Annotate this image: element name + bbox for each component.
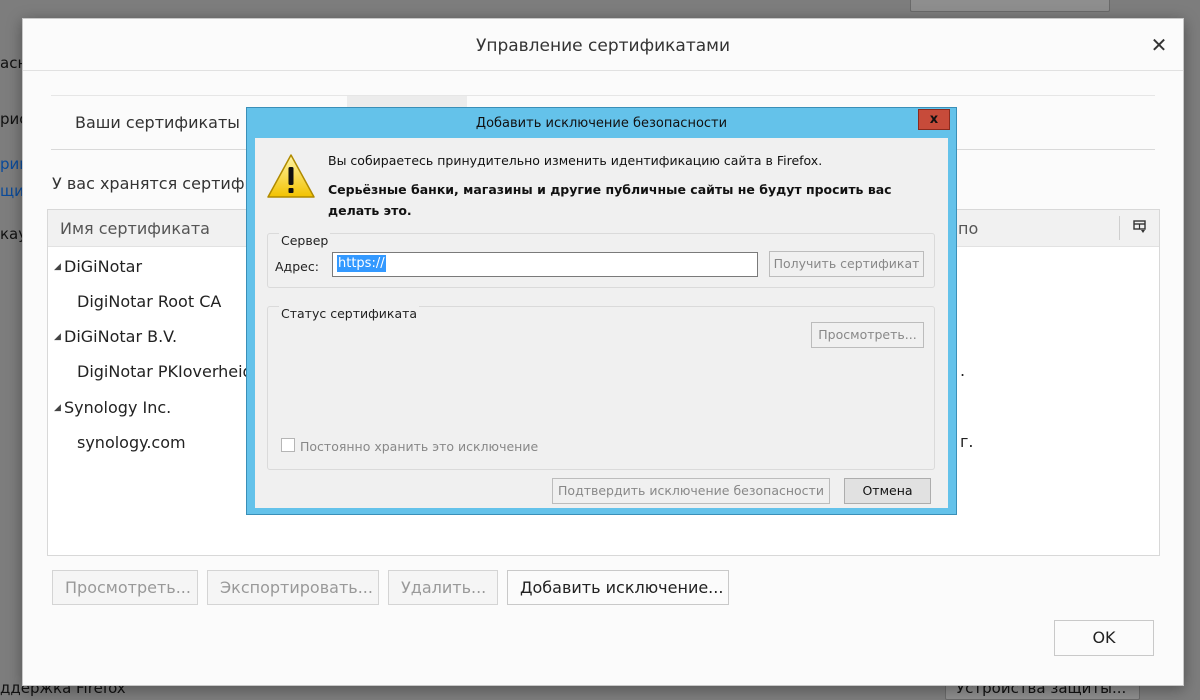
address-value: https:// — [337, 255, 386, 272]
warning-icon — [267, 154, 315, 198]
twisty-icon[interactable]: ◢ — [54, 250, 64, 285]
tab-description: У вас хранятся сертифик — [52, 174, 265, 193]
add-exception-button[interactable]: Добавить исключение... — [507, 570, 729, 605]
view-button[interactable]: Просмотреть... — [52, 570, 198, 605]
twisty-icon[interactable]: ◢ — [54, 391, 64, 426]
tab-your-certificates[interactable]: Ваши сертификаты — [51, 96, 264, 150]
address-label: Адрес: — [275, 259, 319, 274]
ok-button[interactable]: OK — [1054, 620, 1154, 656]
row-label: synology.com — [77, 433, 186, 452]
row-extra-value: . — [960, 361, 966, 380]
view-certificate-button[interactable]: Просмотреть... — [811, 322, 924, 348]
row-label: DiGiNotar B.V. — [64, 327, 178, 346]
twisty-icon[interactable]: ◢ — [54, 320, 64, 355]
row-label: Synology Inc. — [64, 398, 172, 417]
dialog-titlebar[interactable]: Добавить исключение безопасности — [247, 108, 956, 137]
warning-message: Вы собираетесь принудительно изменить ид… — [328, 153, 823, 168]
row-extra-value: г. — [960, 432, 974, 451]
close-icon[interactable]: ✕ — [1147, 33, 1171, 57]
confirm-exception-button[interactable]: Подтвердить исключение безопасности — [552, 478, 830, 504]
server-group-label: Сервер — [279, 233, 331, 248]
background-link: щи — [0, 182, 24, 200]
column-separator[interactable] — [1119, 216, 1120, 240]
cancel-button[interactable]: Отмена — [844, 478, 931, 504]
get-certificate-button[interactable]: Получить сертификат — [769, 251, 924, 277]
column-header-name[interactable]: Имя сертификата — [60, 210, 210, 248]
column-picker-icon[interactable] — [1133, 220, 1147, 234]
warning-message-bold: Серьёзные банки, магазины и другие публи… — [328, 182, 892, 218]
dialog-title: Управление сертификатами — [23, 19, 1183, 71]
status-group-label: Статус сертификата — [279, 306, 420, 321]
dialog-body: Вы собираетесь принудительно изменить ид… — [255, 138, 948, 508]
permanent-exception-label[interactable]: Постоянно хранить это исключение — [300, 439, 538, 454]
row-label: DiGiNotar — [64, 257, 143, 276]
export-button[interactable]: Экспортировать... — [207, 570, 379, 605]
row-label: DigiNotar PKIoverheid — [77, 362, 253, 381]
row-label: DigiNotar Root CA — [77, 292, 222, 311]
permanent-exception-checkbox[interactable] — [281, 438, 295, 452]
background-button — [910, 0, 1110, 12]
close-icon[interactable]: x — [918, 109, 950, 130]
add-security-exception-dialog: Добавить исключение безопасности x Вы со… — [246, 107, 957, 515]
column-header-right[interactable]: по — [958, 210, 978, 248]
address-input[interactable]: https:// — [332, 252, 758, 277]
delete-button[interactable]: Удалить... — [388, 570, 498, 605]
